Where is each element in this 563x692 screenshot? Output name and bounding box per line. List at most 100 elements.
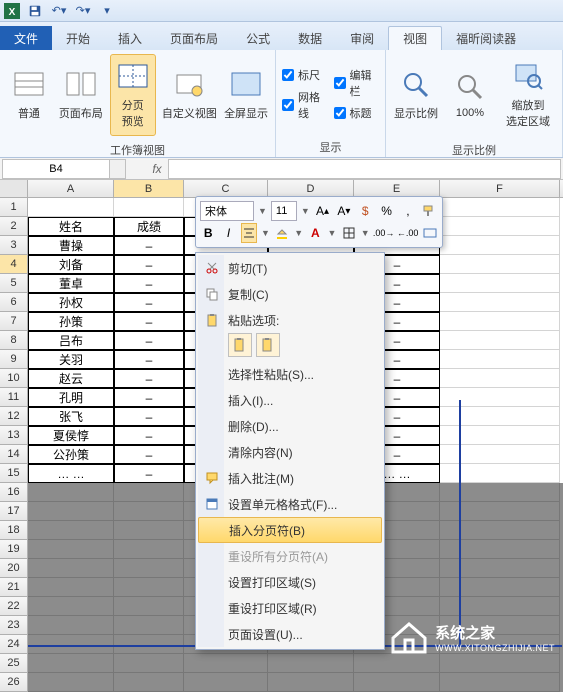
chevron-down-icon[interactable]: ▼ [327, 228, 336, 238]
cell[interactable] [114, 597, 184, 616]
row-header[interactable]: 24 [0, 635, 28, 654]
cell[interactable] [28, 198, 114, 217]
cell[interactable]: 孙策 [28, 312, 114, 331]
gridlines-checkbox[interactable]: 网格线 [282, 89, 328, 121]
chevron-down-icon[interactable]: ▼ [301, 206, 310, 216]
cell[interactable] [28, 673, 114, 692]
mini-font-family[interactable] [200, 201, 254, 221]
row-header[interactable]: 5 [0, 274, 28, 293]
cell[interactable]: 董卓 [28, 274, 114, 293]
qat-customize[interactable]: ▾ [98, 2, 116, 20]
context-menu-item[interactable]: 页面设置(U)... [198, 621, 382, 647]
context-menu-item[interactable]: 复制(C) [198, 281, 382, 307]
cell[interactable] [28, 597, 114, 616]
context-menu-item[interactable]: 设置打印区域(S) [198, 569, 382, 595]
redo-button[interactable]: ↷▾ [74, 2, 92, 20]
tab-view[interactable]: 视图 [388, 26, 442, 50]
cell[interactable] [114, 502, 184, 521]
cell[interactable]: … … [28, 464, 114, 483]
tab-foxit[interactable]: 福昕阅读器 [442, 26, 530, 50]
view-pagelayout-button[interactable]: 页面布局 [58, 54, 104, 136]
cell[interactable]: – [114, 464, 184, 483]
cell[interactable] [440, 236, 560, 255]
cell[interactable] [114, 521, 184, 540]
comma-format-icon[interactable]: , [399, 201, 416, 221]
col-header-f[interactable]: F [440, 180, 560, 197]
name-box-dropdown[interactable] [110, 159, 126, 179]
cell[interactable]: – [114, 350, 184, 369]
cell[interactable] [440, 597, 560, 616]
accounting-format-icon[interactable]: $ [357, 201, 374, 221]
row-header[interactable]: 22 [0, 597, 28, 616]
cell[interactable]: 姓名 [28, 217, 114, 236]
increase-decimal-icon[interactable]: .00→ [374, 223, 394, 243]
cell[interactable] [440, 198, 560, 217]
cell[interactable] [440, 464, 560, 483]
row-header[interactable]: 15 [0, 464, 28, 483]
row-header[interactable]: 20 [0, 559, 28, 578]
save-button[interactable] [26, 2, 44, 20]
cell[interactable]: 成绩 [114, 217, 184, 236]
context-menu-item[interactable]: 删除(D)... [198, 413, 382, 439]
context-menu-item[interactable]: 剪切(T) [198, 255, 382, 281]
zoom-button[interactable]: 显示比例 [392, 54, 440, 136]
cell[interactable] [114, 559, 184, 578]
context-menu-item[interactable]: 设置单元格格式(F)... [198, 491, 382, 517]
cell[interactable]: – [114, 274, 184, 293]
row-header[interactable]: 11 [0, 388, 28, 407]
cell[interactable]: – [114, 407, 184, 426]
view-normal-button[interactable]: 普通 [6, 54, 52, 136]
fill-color-button[interactable] [274, 223, 290, 243]
chevron-down-icon[interactable]: ▼ [258, 206, 267, 216]
cell[interactable]: 赵云 [28, 369, 114, 388]
cell[interactable]: 关羽 [28, 350, 114, 369]
tab-review[interactable]: 审阅 [336, 26, 388, 50]
cell[interactable] [440, 217, 560, 236]
row-header[interactable]: 14 [0, 445, 28, 464]
cell[interactable]: – [114, 388, 184, 407]
row-header[interactable]: 18 [0, 521, 28, 540]
cell[interactable]: 刘备 [28, 255, 114, 274]
col-header-d[interactable]: D [268, 180, 354, 197]
name-box[interactable]: B4 [2, 159, 110, 179]
tab-data[interactable]: 数据 [284, 26, 336, 50]
cell[interactable] [440, 407, 560, 426]
tab-insert[interactable]: 插入 [104, 26, 156, 50]
cell[interactable] [440, 559, 560, 578]
cell[interactable]: – [114, 293, 184, 312]
row-header[interactable]: 13 [0, 426, 28, 445]
cell[interactable] [28, 578, 114, 597]
cell[interactable] [28, 616, 114, 635]
borders-button[interactable] [340, 223, 356, 243]
cell[interactable] [114, 198, 184, 217]
cell[interactable] [440, 521, 560, 540]
context-menu-item[interactable]: 插入批注(M) [198, 465, 382, 491]
cell[interactable] [114, 578, 184, 597]
italic-button[interactable]: I [220, 223, 236, 243]
select-all-corner[interactable] [0, 180, 28, 197]
zoom-selection-button[interactable]: 缩放到 选定区域 [500, 54, 556, 136]
cell[interactable] [440, 445, 560, 464]
row-header[interactable]: 19 [0, 540, 28, 559]
cell[interactable] [440, 350, 560, 369]
mini-font-size[interactable] [271, 201, 297, 221]
row-header[interactable]: 9 [0, 350, 28, 369]
cell[interactable] [440, 673, 560, 692]
cell[interactable] [114, 673, 184, 692]
tab-formula[interactable]: 公式 [232, 26, 284, 50]
cell[interactable]: 吕布 [28, 331, 114, 350]
cell[interactable] [440, 502, 560, 521]
tab-home[interactable]: 开始 [52, 26, 104, 50]
increase-font-icon[interactable]: A▴ [314, 201, 331, 221]
cell[interactable]: – [114, 331, 184, 350]
headings-checkbox[interactable]: 标题 [334, 105, 380, 121]
paste-option-button[interactable] [256, 333, 280, 357]
cell[interactable] [354, 673, 440, 692]
format-painter-icon[interactable] [421, 201, 438, 221]
decrease-font-icon[interactable]: A▾ [335, 201, 352, 221]
cell[interactable]: 曹操 [28, 236, 114, 255]
cell[interactable] [440, 312, 560, 331]
chevron-down-icon[interactable]: ▼ [261, 228, 270, 238]
context-menu-item[interactable]: 粘贴选项: [198, 307, 382, 333]
cell[interactable] [28, 483, 114, 502]
